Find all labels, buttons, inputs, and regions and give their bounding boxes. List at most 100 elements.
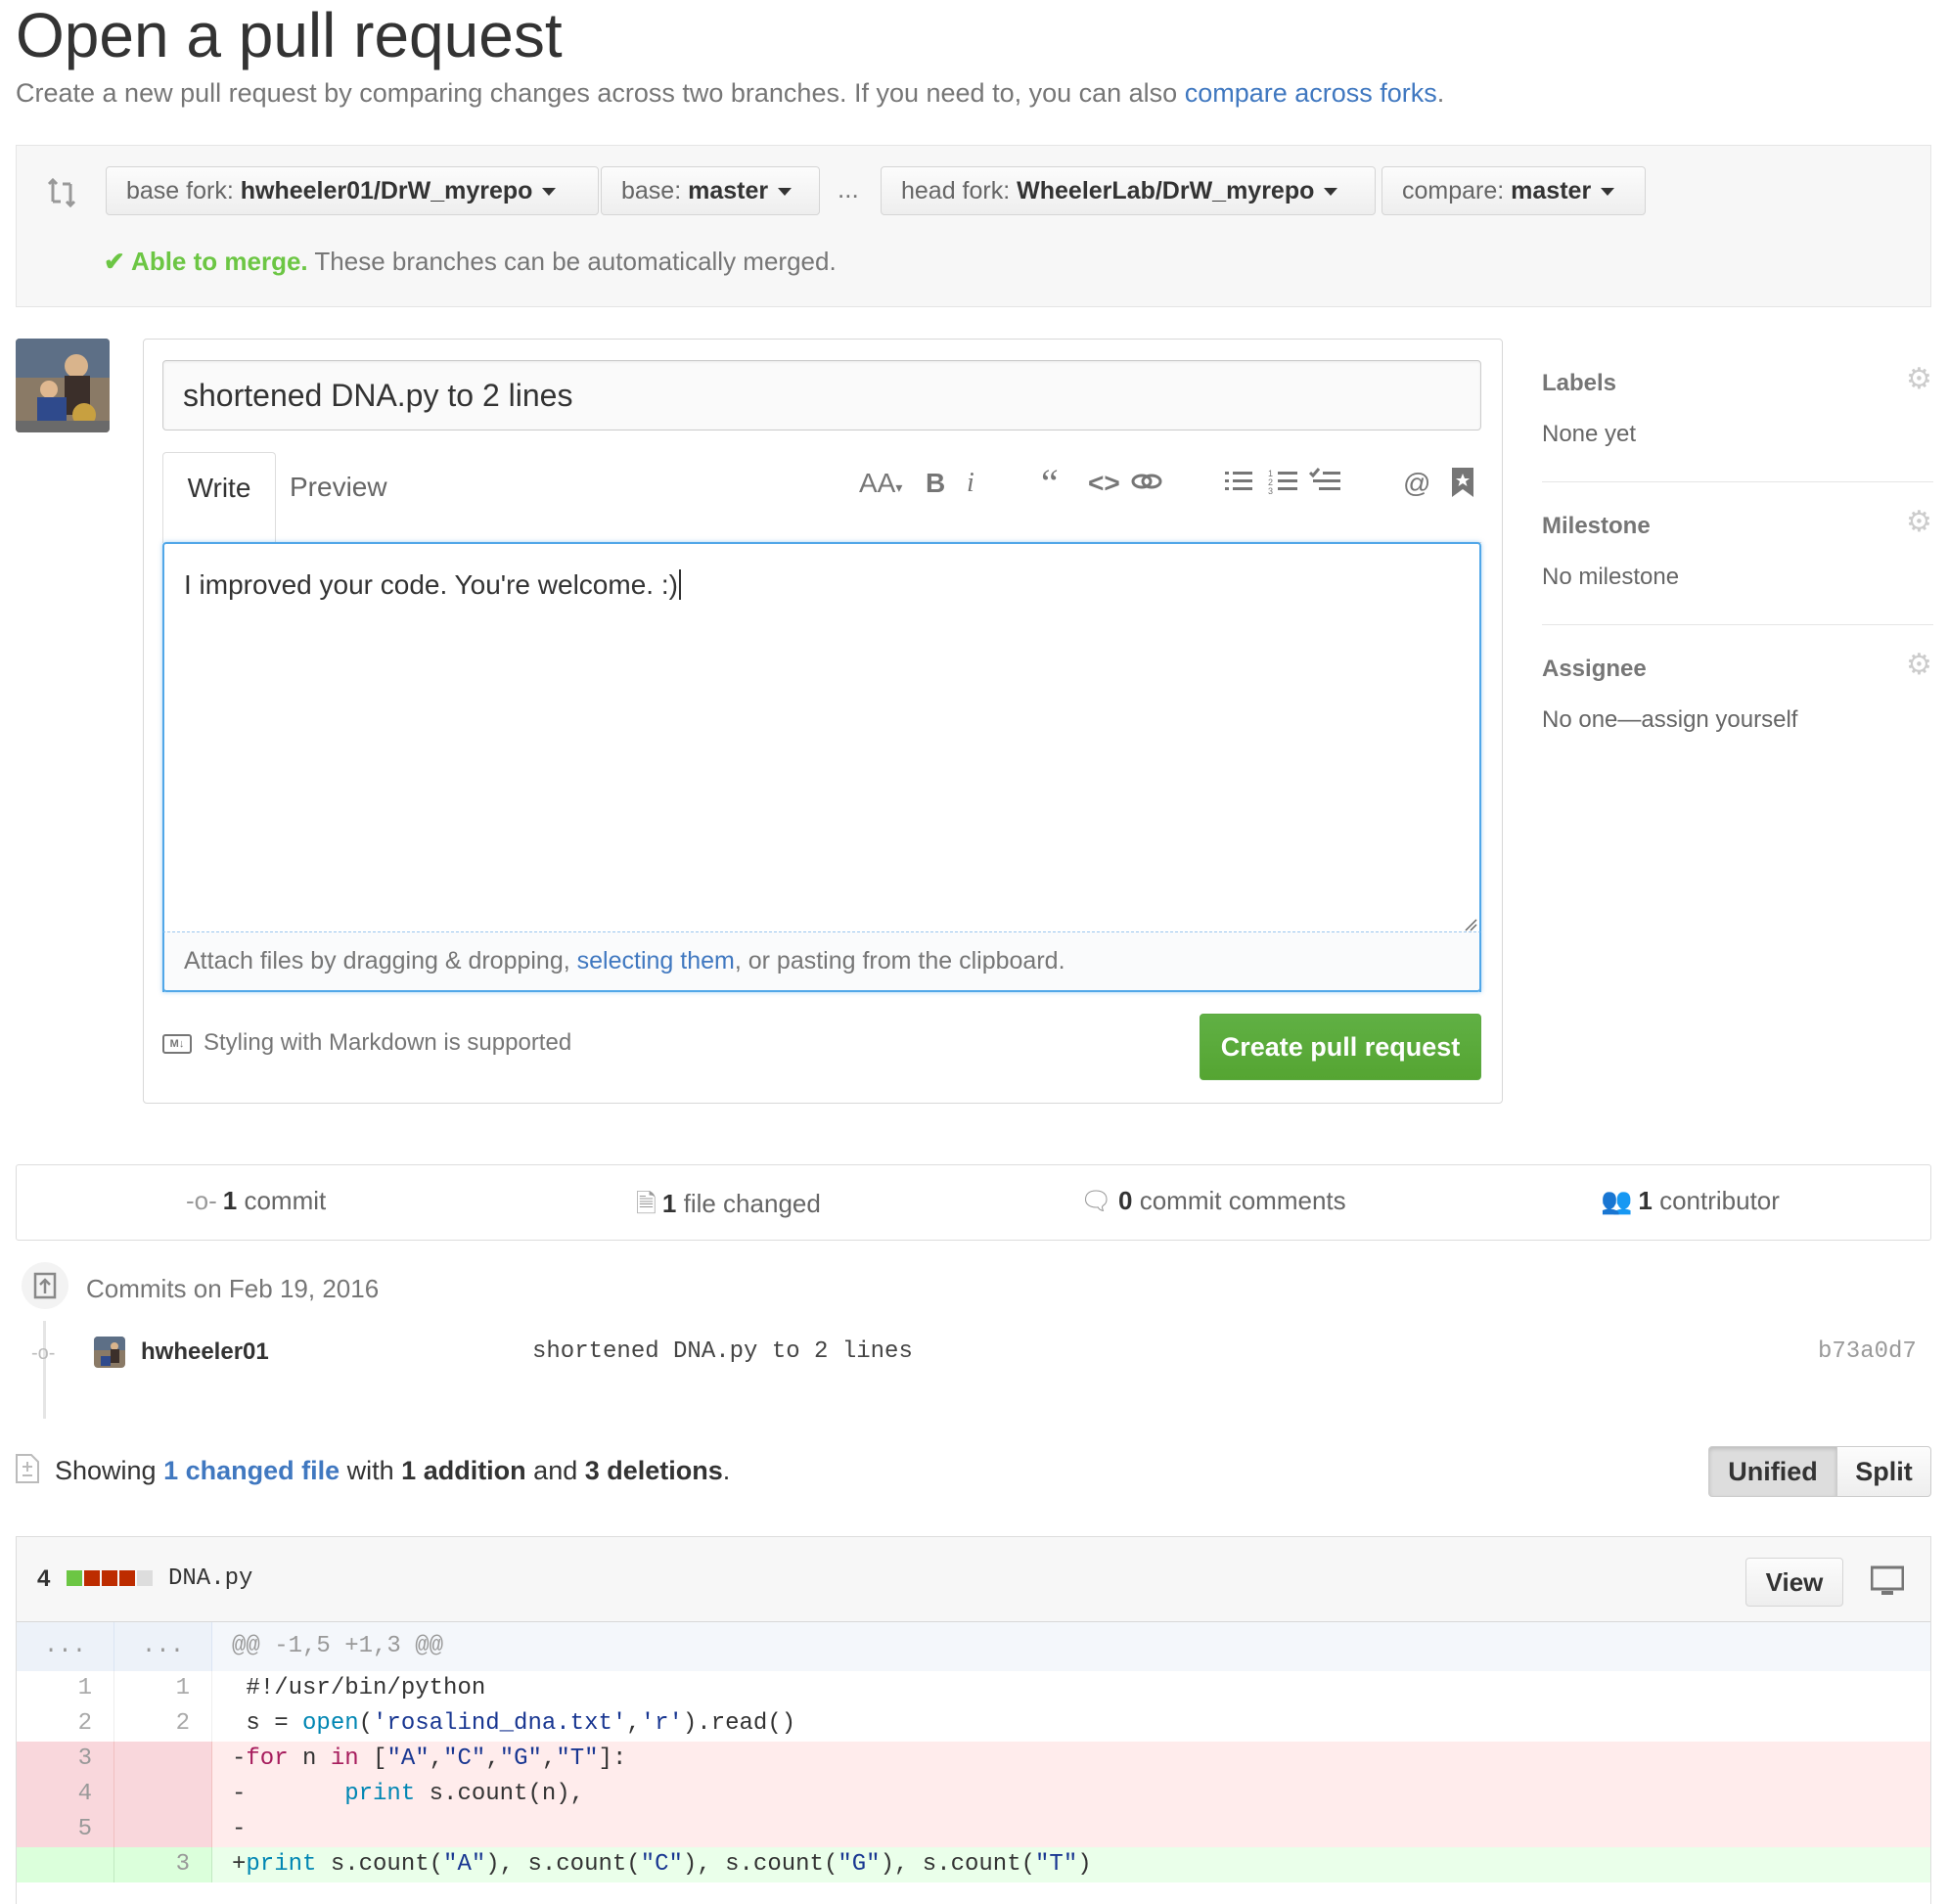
milestone-gear-icon[interactable]: ⚙ <box>1906 505 1932 539</box>
create-pull-request-button[interactable]: Create pull request <box>1200 1014 1481 1080</box>
code-token: print <box>246 1851 317 1878</box>
new-line-number[interactable] <box>114 1812 212 1847</box>
milestone-value: No milestone <box>1542 564 1680 590</box>
files-changed-tab[interactable]: 🗎 1 file changed <box>636 1186 821 1229</box>
unordered-list-button[interactable] <box>1225 468 1252 502</box>
link-icon <box>1131 474 1162 489</box>
bookmark-icon <box>1452 468 1473 497</box>
markdown-help[interactable]: M↓ Styling with Markdown is supported <box>162 1029 571 1057</box>
labels-heading[interactable]: Labels <box>1542 370 1616 397</box>
hunk-expand-left[interactable]: ... <box>17 1622 114 1671</box>
code-token: "C" <box>640 1851 683 1878</box>
caret-down-icon <box>542 188 557 197</box>
new-line-number[interactable]: 2 <box>114 1706 212 1742</box>
merge-ok-label: Able to merge. <box>131 247 308 276</box>
new-line-number[interactable] <box>114 1777 212 1812</box>
old-line-number[interactable]: 2 <box>17 1706 114 1742</box>
code-token: ), s.count( <box>485 1851 641 1878</box>
commit-node-icon: -o- <box>31 1342 56 1364</box>
code-token: , <box>485 1745 500 1772</box>
commits-label: commit <box>237 1186 327 1215</box>
caret-down-icon <box>778 188 793 197</box>
task-list-button[interactable] <box>1308 468 1340 502</box>
bold-button[interactable]: B <box>926 468 945 499</box>
additions-count: 1 addition <box>401 1456 526 1485</box>
diff-line-deletion: 3 -for n in ["A","C","G","T"]: <box>17 1742 1930 1777</box>
base-fork-select[interactable]: base fork: hwheeler01/DrW_myrepo <box>106 166 599 215</box>
diff-summary: Showing 1 changed file with 1 addition a… <box>55 1456 730 1486</box>
title-input[interactable]: shortened DNA.py to 2 lines <box>162 360 1481 431</box>
milestone-heading[interactable]: Milestone <box>1542 513 1651 540</box>
link-button[interactable] <box>1131 468 1162 502</box>
subtitle-text: Create a new pull request by comparing c… <box>16 78 1185 108</box>
code-token: "A" <box>443 1851 486 1878</box>
new-line-number[interactable]: 3 <box>114 1847 212 1882</box>
compare-branch-select[interactable]: compare: master <box>1382 166 1646 215</box>
text-size-button[interactable]: AA▾ <box>859 468 902 499</box>
diff-line: 2 2 s = open('rosalind_dna.txt','r').rea… <box>17 1706 1930 1742</box>
select-files-link[interactable]: selecting them <box>577 947 735 975</box>
code-token: "G" <box>499 1745 542 1772</box>
italic-button[interactable]: i <box>967 468 974 499</box>
ordered-list-button[interactable]: 123 <box>1268 468 1297 502</box>
file-attachment-dropzone[interactable]: Attach files by dragging & dropping, sel… <box>162 931 1481 992</box>
body-textarea[interactable]: I improved your code. You're welcome. :) <box>162 542 1481 992</box>
mention-button[interactable]: @ <box>1403 468 1430 499</box>
and-text: and <box>525 1456 585 1485</box>
hunk-expand-right[interactable]: ... <box>114 1622 212 1671</box>
commit-author-avatar[interactable] <box>94 1337 125 1368</box>
diffstat-deletion <box>119 1569 135 1586</box>
commit-author[interactable]: hwheeler01 <box>141 1338 269 1366</box>
commit-comments-tab[interactable]: 🗨 0 commit comments <box>1080 1186 1346 1216</box>
quote-button[interactable]: “ <box>1041 460 1059 506</box>
code-token: ) <box>1077 1851 1092 1878</box>
code-token: , <box>541 1745 557 1772</box>
contributors-tab[interactable]: 👥 1 contributor <box>1601 1186 1780 1216</box>
commit-timeline <box>43 1321 46 1419</box>
code-token: in <box>330 1745 359 1772</box>
old-line-number[interactable] <box>17 1847 114 1882</box>
contributors-label: contributor <box>1652 1186 1780 1215</box>
saved-reply-button[interactable] <box>1452 468 1473 504</box>
old-line-number[interactable]: 3 <box>17 1742 114 1777</box>
code-token: "T" <box>556 1745 599 1772</box>
changed-files-link[interactable]: 1 changed file <box>163 1456 340 1485</box>
showing-text: Showing <box>55 1456 164 1485</box>
compare-across-forks-link[interactable]: compare across forks <box>1185 78 1437 108</box>
display-rich-diff-icon[interactable] <box>1870 1565 1905 1602</box>
commit-message[interactable]: shortened DNA.py to 2 lines <box>532 1338 913 1365</box>
base-label: base: <box>621 177 689 204</box>
labels-gear-icon[interactable]: ⚙ <box>1906 362 1932 396</box>
code-token: "G" <box>838 1851 881 1878</box>
attach-prefix: Attach files by dragging & dropping, <box>184 947 577 975</box>
deletions-count: 3 deletions <box>584 1456 723 1485</box>
file-name[interactable]: DNA.py <box>168 1565 252 1592</box>
commits-tab[interactable]: -o- 1 commit <box>186 1186 326 1216</box>
head-fork-select[interactable]: head fork: WheelerLab/DrW_myrepo <box>881 166 1376 215</box>
tab-write[interactable]: Write <box>162 452 276 543</box>
view-file-button[interactable]: View <box>1745 1558 1843 1607</box>
split-view-button[interactable]: Split <box>1836 1446 1931 1497</box>
hunk-header-row: ... ... @@ -1,5 +1,3 @@ <box>17 1622 1930 1671</box>
new-line-number[interactable]: 1 <box>114 1671 212 1706</box>
unified-view-button[interactable]: Unified <box>1708 1446 1837 1497</box>
old-line-number[interactable]: 1 <box>17 1671 114 1706</box>
merge-text: These branches can be automatically merg… <box>307 247 837 276</box>
new-line-number[interactable] <box>114 1742 212 1777</box>
old-line-number[interactable]: 4 <box>17 1777 114 1812</box>
assignee-heading[interactable]: Assignee <box>1542 656 1647 683</box>
svg-text:3: 3 <box>1268 486 1273 495</box>
code-button[interactable]: <> <box>1088 468 1120 499</box>
code-token: ).read() <box>682 1710 796 1737</box>
commit-sha[interactable]: b73a0d7 <box>1818 1338 1917 1365</box>
tab-preview[interactable]: Preview <box>290 452 387 522</box>
comments-label: commit comments <box>1132 1186 1346 1215</box>
code-token: for <box>246 1745 289 1772</box>
assignee-value[interactable]: No one—assign yourself <box>1542 706 1797 734</box>
avatar[interactable] <box>16 339 110 432</box>
head-fork-label: head fork: <box>901 177 1018 204</box>
base-branch-select[interactable]: base: master <box>601 166 820 215</box>
old-line-number[interactable]: 5 <box>17 1812 114 1847</box>
assignee-gear-icon[interactable]: ⚙ <box>1906 648 1932 682</box>
code-token: n <box>288 1745 331 1772</box>
